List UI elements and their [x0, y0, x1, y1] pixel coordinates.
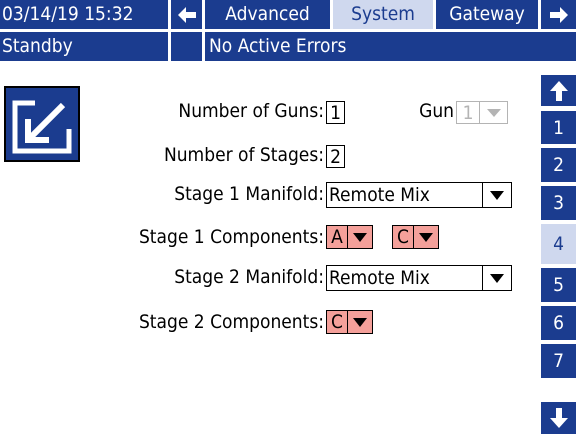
- stage1-manifold-select[interactable]: Remote Mix: [326, 182, 512, 208]
- tab-advanced[interactable]: Advanced: [205, 0, 330, 29]
- page-6-button[interactable]: 6: [541, 306, 576, 340]
- stage1-components-label: Stage 1 Components:: [138, 226, 324, 248]
- arrow-up-icon: [549, 80, 568, 101]
- status-errors-text: No Active Errors: [209, 35, 347, 57]
- arrow-left-icon: [177, 6, 196, 23]
- stage2-components-label: Stage 2 Components:: [138, 311, 324, 333]
- page-3-button[interactable]: 3: [541, 186, 576, 220]
- arrow-down-icon: [549, 408, 568, 428]
- datetime: 03/14/19 15:32: [0, 0, 168, 29]
- page-6-label: 6: [553, 312, 564, 334]
- stage1-manifold-label: Stage 1 Manifold:: [174, 183, 324, 205]
- tab-next-button[interactable]: [541, 0, 576, 29]
- gun-select: 1: [456, 101, 508, 124]
- dropdown-arrow-icon: [348, 226, 372, 248]
- number-of-stages-value: 2: [330, 145, 341, 168]
- stage1-component-c-value: C: [393, 226, 414, 248]
- status-mode: Standby: [0, 32, 168, 61]
- tab-system[interactable]: System: [333, 0, 433, 29]
- gun-label: Gun: [419, 100, 454, 122]
- dropdown-arrow-icon: [414, 226, 438, 248]
- number-of-guns-label: Number of Guns:: [178, 100, 324, 122]
- status-mode-text: Standby: [2, 35, 73, 57]
- stage2-component-c-select[interactable]: C: [326, 310, 373, 334]
- page-5-label: 5: [553, 274, 564, 296]
- number-of-guns-field[interactable]: 1: [326, 101, 345, 124]
- stage2-manifold-select[interactable]: Remote Mix: [326, 265, 512, 291]
- page-2-label: 2: [553, 154, 564, 176]
- stage1-component-a-select[interactable]: A: [326, 225, 373, 249]
- stage2-manifold-value: Remote Mix: [329, 267, 430, 289]
- page-1-label: 1: [553, 116, 564, 139]
- dropdown-arrow-icon: [348, 311, 372, 333]
- page-2-button[interactable]: 2: [541, 148, 576, 182]
- page-7-button[interactable]: 7: [541, 344, 576, 378]
- status-errors: No Active Errors: [205, 32, 576, 61]
- stage1-component-a-value: A: [327, 226, 348, 248]
- tab-prev-button[interactable]: [171, 0, 202, 29]
- number-of-guns-value: 1: [330, 101, 341, 124]
- page-down-button[interactable]: [541, 402, 576, 434]
- stage1-manifold-value: Remote Mix: [329, 184, 430, 206]
- tab-system-label: System: [351, 3, 415, 25]
- page-5-button[interactable]: 5: [541, 268, 576, 302]
- page-4-button[interactable]: 4: [541, 224, 576, 264]
- page-7-label: 7: [553, 350, 564, 372]
- stage2-manifold-label: Stage 2 Manifold:: [174, 266, 324, 288]
- stage1-component-c-select[interactable]: C: [392, 225, 439, 249]
- datetime-text: 03/14/19 15:32: [2, 3, 134, 25]
- page-up-button[interactable]: [541, 75, 576, 106]
- tab-gateway[interactable]: Gateway: [436, 0, 538, 29]
- page-3-label: 3: [553, 192, 564, 214]
- dropdown-arrow-icon: [482, 183, 511, 207]
- number-of-stages-label: Number of Stages:: [163, 144, 324, 166]
- arrow-right-icon: [549, 6, 568, 23]
- status-indicator: [171, 32, 202, 61]
- number-of-stages-field[interactable]: 2: [326, 145, 345, 168]
- dropdown-arrow-icon: [480, 102, 507, 123]
- page-4-label: 4: [553, 233, 564, 255]
- dropdown-arrow-icon: [482, 266, 511, 290]
- page-1-button[interactable]: 1: [541, 111, 576, 144]
- stage2-component-c-value: C: [327, 311, 348, 333]
- tab-gateway-label: Gateway: [449, 3, 525, 25]
- gun-select-value: 1: [457, 102, 480, 124]
- tab-advanced-label: Advanced: [225, 3, 310, 25]
